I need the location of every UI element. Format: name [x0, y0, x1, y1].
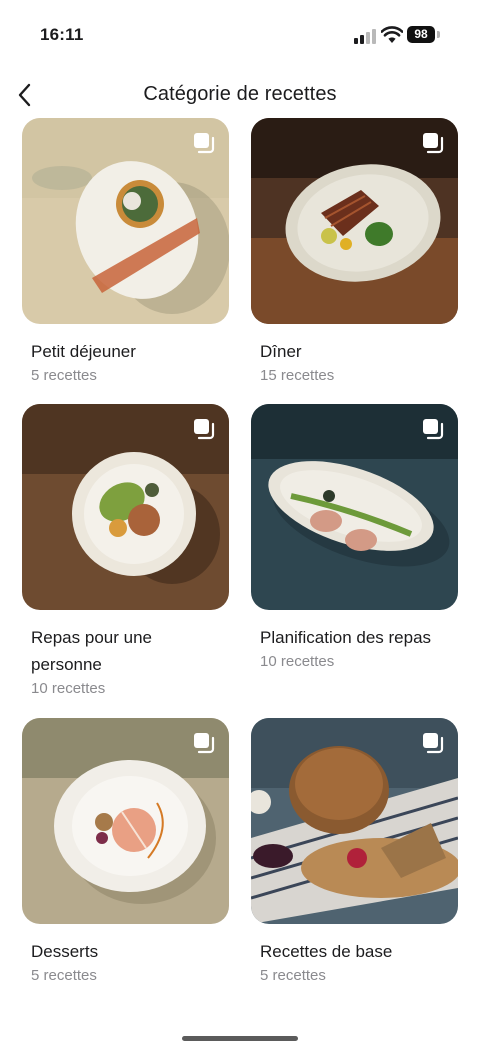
category-image: [251, 118, 458, 324]
category-title: Planification des repas: [260, 628, 432, 647]
category-count: 5 recettes: [260, 967, 326, 984]
category-image: [22, 118, 229, 324]
status-bar: 16:11 98: [0, 0, 480, 70]
category-count: 5 recettes: [31, 967, 97, 984]
category-card-recettes-de-base[interactable]: Recettes de base 5 recettes: [251, 718, 458, 984]
collection-icon: [423, 733, 444, 754]
category-count: 5 recettes: [31, 367, 97, 384]
category-image: [251, 404, 458, 610]
cellular-signal-icon: [354, 28, 376, 44]
collection-icon: [423, 419, 444, 440]
category-card-diner[interactable]: Dîner 15 recettes: [251, 118, 458, 384]
category-count: 10 recettes: [31, 680, 106, 697]
collection-icon: [194, 133, 215, 154]
category-title: Recettes de base: [260, 942, 393, 961]
header: Catégorie de recettes: [0, 70, 480, 120]
page-title: Catégorie de recettes: [143, 83, 337, 105]
battery-icon: 98: [407, 26, 435, 43]
status-time: 16:11: [40, 25, 84, 44]
category-image: [22, 718, 229, 924]
wifi-icon: [381, 26, 403, 43]
home-indicator[interactable]: [182, 1036, 298, 1041]
battery-level: 98: [414, 27, 428, 41]
category-title: Dîner: [260, 342, 302, 361]
category-card-petit-dejeuner[interactable]: Petit déjeuner 5 recettes: [22, 118, 229, 384]
collection-icon: [423, 133, 444, 154]
category-count: 15 recettes: [260, 367, 335, 384]
category-image: [22, 404, 229, 610]
category-title: Desserts: [31, 942, 99, 961]
collection-icon: [194, 733, 215, 754]
category-image: [251, 718, 458, 924]
category-count: 10 recettes: [260, 653, 335, 670]
screen: 16:11 98 Catégorie de recettes Petit déj…: [0, 0, 480, 1051]
battery-tip: [437, 31, 440, 38]
category-title: Repas pour une personne: [31, 628, 152, 674]
category-card-desserts[interactable]: Desserts 5 recettes: [22, 718, 229, 984]
category-title: Petit déjeuner: [31, 342, 136, 361]
collection-icon: [194, 419, 215, 440]
category-card-repas-pour-une-personne[interactable]: Repas pour une personne 10 recettes: [22, 404, 229, 697]
category-card-planification-des-repas[interactable]: Planification des repas 10 recettes: [251, 404, 458, 670]
